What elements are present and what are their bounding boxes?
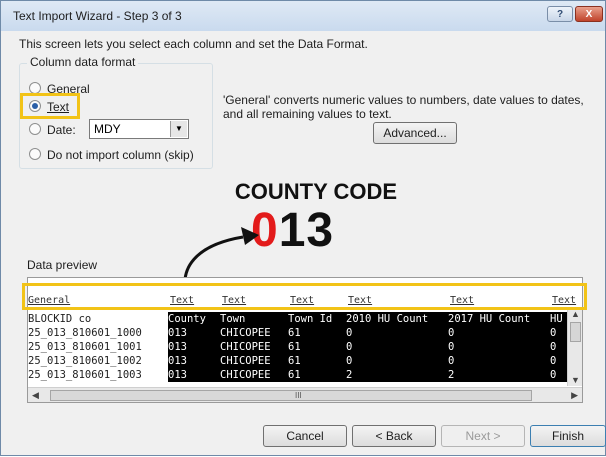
scroll-left-icon[interactable]: ◀ bbox=[32, 390, 39, 401]
table-cell: 0 bbox=[550, 368, 568, 382]
table-row: BLOCKID co County Town Town Id 2010 HU C… bbox=[28, 312, 582, 326]
next-button[interactable]: Next > bbox=[441, 425, 525, 447]
back-button[interactable]: < Back bbox=[352, 425, 436, 447]
table-cell: 013 bbox=[168, 354, 220, 368]
table-cell: 0 bbox=[346, 340, 448, 354]
scroll-up-icon[interactable]: ▲ bbox=[571, 309, 580, 319]
table-cell: 25_013_810601_1002 bbox=[28, 354, 168, 368]
table-cell: 61 bbox=[288, 368, 346, 382]
table-cell: 25_013_810601_1000 bbox=[28, 326, 168, 340]
vertical-scrollbar[interactable]: ▲ ▼ bbox=[567, 308, 582, 386]
horizontal-scrollbar[interactable]: ◀ III ▶ bbox=[28, 387, 582, 402]
table-cell: 61 bbox=[288, 326, 346, 340]
table-cell: Town Id bbox=[288, 312, 346, 326]
cancel-button[interactable]: Cancel bbox=[263, 425, 347, 447]
table-cell: 013 bbox=[168, 340, 220, 354]
data-preview-label: Data preview bbox=[27, 258, 98, 272]
table-cell: 2 bbox=[448, 368, 550, 382]
table-cell: 25_013_810601_1001 bbox=[28, 340, 168, 354]
table-cell: CHICOPEE bbox=[220, 326, 288, 340]
column-header-highlight bbox=[22, 283, 587, 310]
table-cell: 0 bbox=[550, 354, 568, 368]
table-cell: 0 bbox=[550, 326, 568, 340]
table-cell: 0 bbox=[346, 326, 448, 340]
table-cell: 0 bbox=[448, 354, 550, 368]
table-cell: BLOCKID co bbox=[28, 312, 168, 326]
scroll-right-icon[interactable]: ▶ bbox=[571, 390, 578, 401]
table-cell: 013 bbox=[168, 326, 220, 340]
horizontal-scroll-thumb[interactable]: III bbox=[50, 390, 532, 401]
table-cell: 0 bbox=[448, 326, 550, 340]
table-cell: 25_013_810601_1003 bbox=[28, 368, 168, 382]
scroll-down-icon[interactable]: ▼ bbox=[571, 375, 580, 385]
vertical-scroll-thumb[interactable] bbox=[570, 322, 581, 342]
finish-button[interactable]: Finish bbox=[530, 425, 606, 447]
table-cell: CHICOPEE bbox=[220, 368, 288, 382]
table-row: 25_013_810601_1003 013 CHICOPEE 61 2 2 0 bbox=[28, 368, 582, 382]
table-cell: 61 bbox=[288, 354, 346, 368]
table-cell: CHICOPEE bbox=[220, 340, 288, 354]
table-cell: 61 bbox=[288, 340, 346, 354]
table-cell: 0 bbox=[448, 340, 550, 354]
table-cell: 2010 HU Count bbox=[346, 312, 448, 326]
table-row: 25_013_810601_1002 013 CHICOPEE 61 0 0 0 bbox=[28, 354, 582, 368]
table-cell: 2 bbox=[346, 368, 448, 382]
table-cell: County bbox=[168, 312, 220, 326]
text-import-wizard-dialog: Text Import Wizard - Step 3 of 3 ? X Thi… bbox=[0, 0, 606, 456]
table-cell: CHICOPEE bbox=[220, 354, 288, 368]
table-cell: 013 bbox=[168, 368, 220, 382]
table-cell: HU C bbox=[550, 312, 568, 326]
table-cell: Town bbox=[220, 312, 288, 326]
table-row: 25_013_810601_1001 013 CHICOPEE 61 0 0 0 bbox=[28, 340, 582, 354]
table-row: 25_013_810601_1000 013 CHICOPEE 61 0 0 0 bbox=[28, 326, 582, 340]
scroll-grip: III bbox=[295, 391, 302, 400]
table-cell: 2017 HU Count bbox=[448, 312, 550, 326]
table-cell: 0 bbox=[346, 354, 448, 368]
table-cell: 0 bbox=[550, 340, 568, 354]
